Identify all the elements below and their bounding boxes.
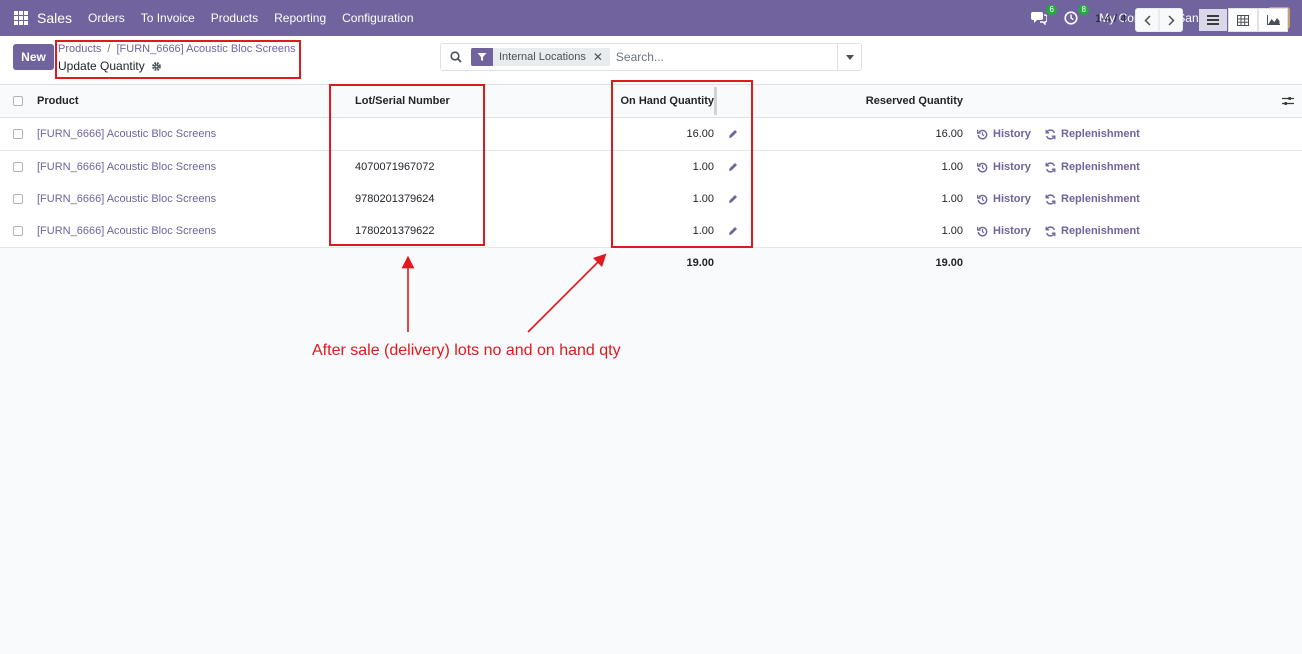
- history-label: History: [993, 128, 1031, 140]
- history-icon: [977, 129, 988, 139]
- pager-previous-button[interactable]: [1135, 8, 1159, 32]
- filter-icon: [477, 53, 487, 61]
- replenishment-label: Replenishment: [1061, 225, 1140, 237]
- annotation-box-on-hand-column: [611, 80, 753, 248]
- replenishment-label: Replenishment: [1061, 128, 1140, 140]
- pager-next-button[interactable]: [1159, 8, 1183, 32]
- pivot-view-button[interactable]: [1228, 8, 1258, 32]
- history-icon: [977, 194, 988, 204]
- facet-remove-icon[interactable]: ✕: [593, 50, 610, 64]
- area-chart-icon: [1266, 15, 1280, 25]
- total-reserved: 19.00: [935, 257, 963, 269]
- main-menu: Orders To Invoice Products Reporting Con…: [80, 11, 422, 25]
- history-icon: [977, 162, 988, 172]
- menu-configuration[interactable]: Configuration: [334, 11, 421, 25]
- column-header-product[interactable]: Product: [37, 85, 327, 117]
- activities-button[interactable]: 8: [1061, 5, 1090, 28]
- history-label: History: [993, 193, 1031, 205]
- total-on-hand: 19.00: [686, 257, 714, 269]
- search-icon[interactable]: [450, 51, 462, 63]
- messages-count-badge: 6: [1046, 5, 1058, 15]
- clock-icon: [1064, 11, 1078, 25]
- replenishment-label: Replenishment: [1061, 193, 1140, 205]
- product-cell[interactable]: [FURN_6666] Acoustic Bloc Screens: [37, 183, 327, 215]
- annotation-text: After sale (delivery) lots no and on han…: [312, 342, 621, 359]
- reserved-cell: 1.00: [941, 161, 963, 173]
- new-button[interactable]: New: [13, 44, 54, 70]
- replenishment-button[interactable]: Replenishment: [1045, 151, 1140, 183]
- chevron-right-icon: [1167, 14, 1175, 26]
- replenishment-button[interactable]: Replenishment: [1045, 118, 1140, 150]
- optional-columns-icon[interactable]: [1282, 85, 1294, 117]
- app-name[interactable]: Sales: [37, 10, 72, 26]
- product-cell[interactable]: [FURN_6666] Acoustic Bloc Screens: [37, 118, 327, 150]
- history-label: History: [993, 225, 1031, 237]
- chat-icon: [1031, 12, 1048, 25]
- history-label: History: [993, 161, 1031, 173]
- menu-reporting[interactable]: Reporting: [266, 11, 334, 25]
- menu-to-invoice[interactable]: To Invoice: [133, 11, 203, 25]
- column-header-reserved[interactable]: Reserved Quantity: [800, 85, 963, 117]
- table-grid-icon: [1237, 14, 1249, 26]
- list-view-button[interactable]: [1198, 8, 1228, 32]
- reserved-cell: 16.00: [935, 128, 963, 140]
- activities-count-badge: 8: [1078, 5, 1090, 15]
- row-checkbox[interactable]: [13, 151, 24, 183]
- row-checkbox[interactable]: [13, 183, 24, 215]
- select-all-checkbox[interactable]: [13, 85, 24, 117]
- replenishment-button[interactable]: Replenishment: [1045, 215, 1140, 247]
- history-icon: [977, 226, 988, 236]
- refresh-icon: [1045, 128, 1056, 140]
- search-bar: Internal Locations ✕: [440, 43, 862, 71]
- app-menu-grid-icon[interactable]: [14, 11, 28, 25]
- replenishment-button[interactable]: Replenishment: [1045, 183, 1140, 215]
- row-checkbox[interactable]: [13, 215, 24, 247]
- replenishment-label: Replenishment: [1061, 161, 1140, 173]
- view-switcher: [1198, 8, 1288, 32]
- messages-button[interactable]: 6: [1029, 5, 1058, 28]
- menu-orders[interactable]: Orders: [80, 11, 133, 25]
- reserved-cell: 1.00: [941, 193, 963, 205]
- history-button[interactable]: History: [977, 183, 1031, 215]
- annotation-box-breadcrumb: [55, 40, 301, 79]
- product-cell[interactable]: [FURN_6666] Acoustic Bloc Screens: [37, 151, 327, 183]
- list-totals-row: 19.00 19.00: [0, 247, 1302, 279]
- row-checkbox[interactable]: [13, 118, 24, 150]
- reserved-cell: 1.00: [941, 225, 963, 237]
- refresh-icon: [1045, 161, 1056, 173]
- graph-view-button[interactable]: [1258, 8, 1288, 32]
- history-button[interactable]: History: [977, 151, 1031, 183]
- history-button[interactable]: History: [977, 118, 1031, 150]
- annotation-box-lot-column: [329, 84, 485, 246]
- menu-products[interactable]: Products: [203, 11, 266, 25]
- facet-label: Internal Locations: [499, 51, 586, 63]
- search-input[interactable]: [615, 50, 836, 64]
- caret-down-icon: [845, 54, 854, 60]
- history-button[interactable]: History: [977, 215, 1031, 247]
- search-facet: Internal Locations ✕: [471, 48, 610, 66]
- refresh-icon: [1045, 225, 1056, 237]
- pager-value[interactable]: 1-4 / 4: [1095, 13, 1126, 25]
- list-icon: [1207, 15, 1219, 25]
- product-cell[interactable]: [FURN_6666] Acoustic Bloc Screens: [37, 215, 327, 247]
- refresh-icon: [1045, 193, 1056, 205]
- search-options-toggle[interactable]: [837, 44, 861, 70]
- chevron-left-icon: [1143, 14, 1151, 26]
